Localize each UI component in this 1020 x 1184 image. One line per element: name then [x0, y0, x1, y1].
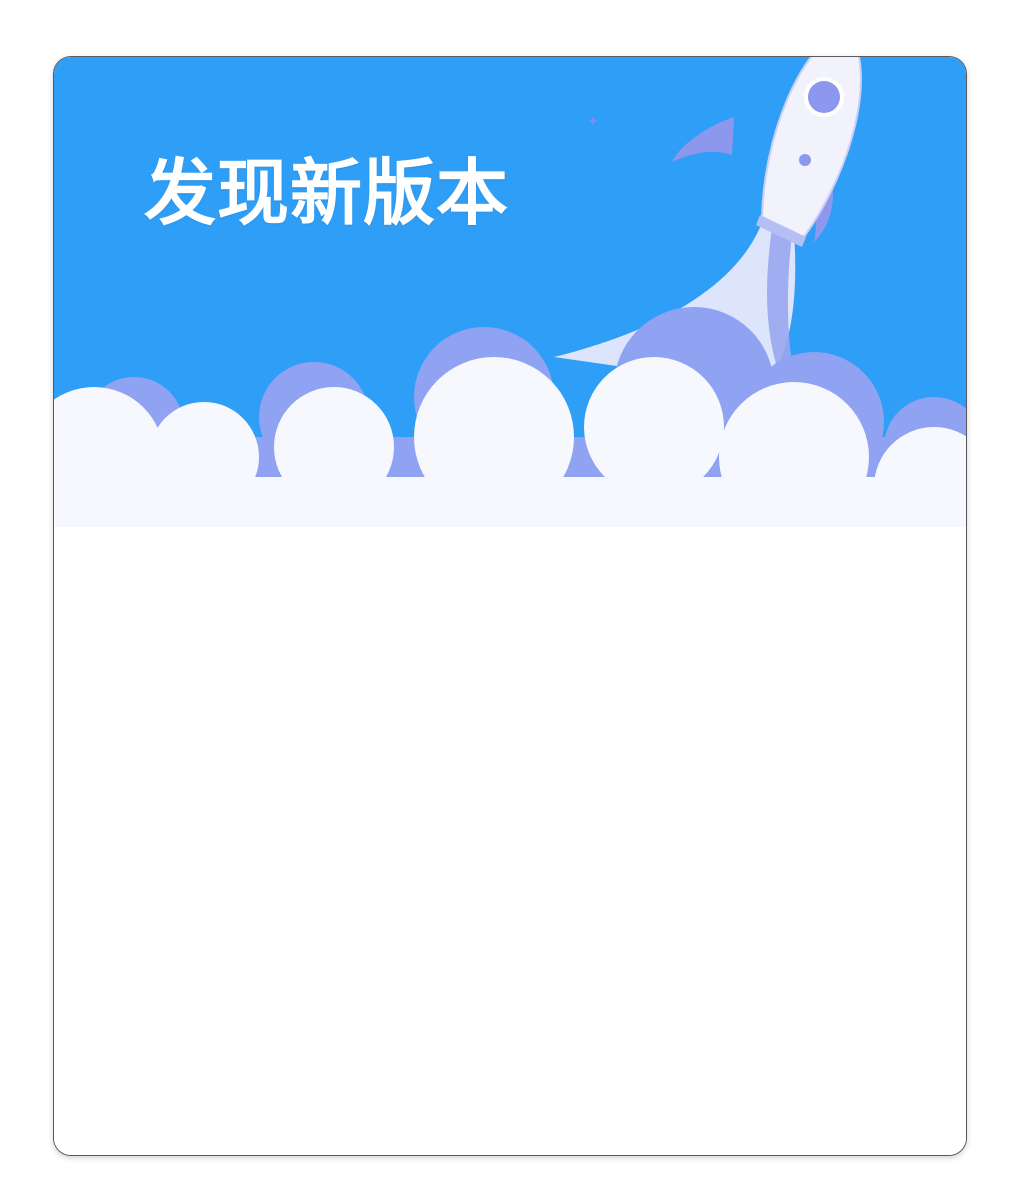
update-dialog: 发现新版本 ✦ [53, 56, 967, 1156]
page: 发现新版本 ✦ [0, 0, 1020, 1184]
dialog-body [54, 537, 966, 1155]
clouds-illustration [54, 307, 966, 577]
